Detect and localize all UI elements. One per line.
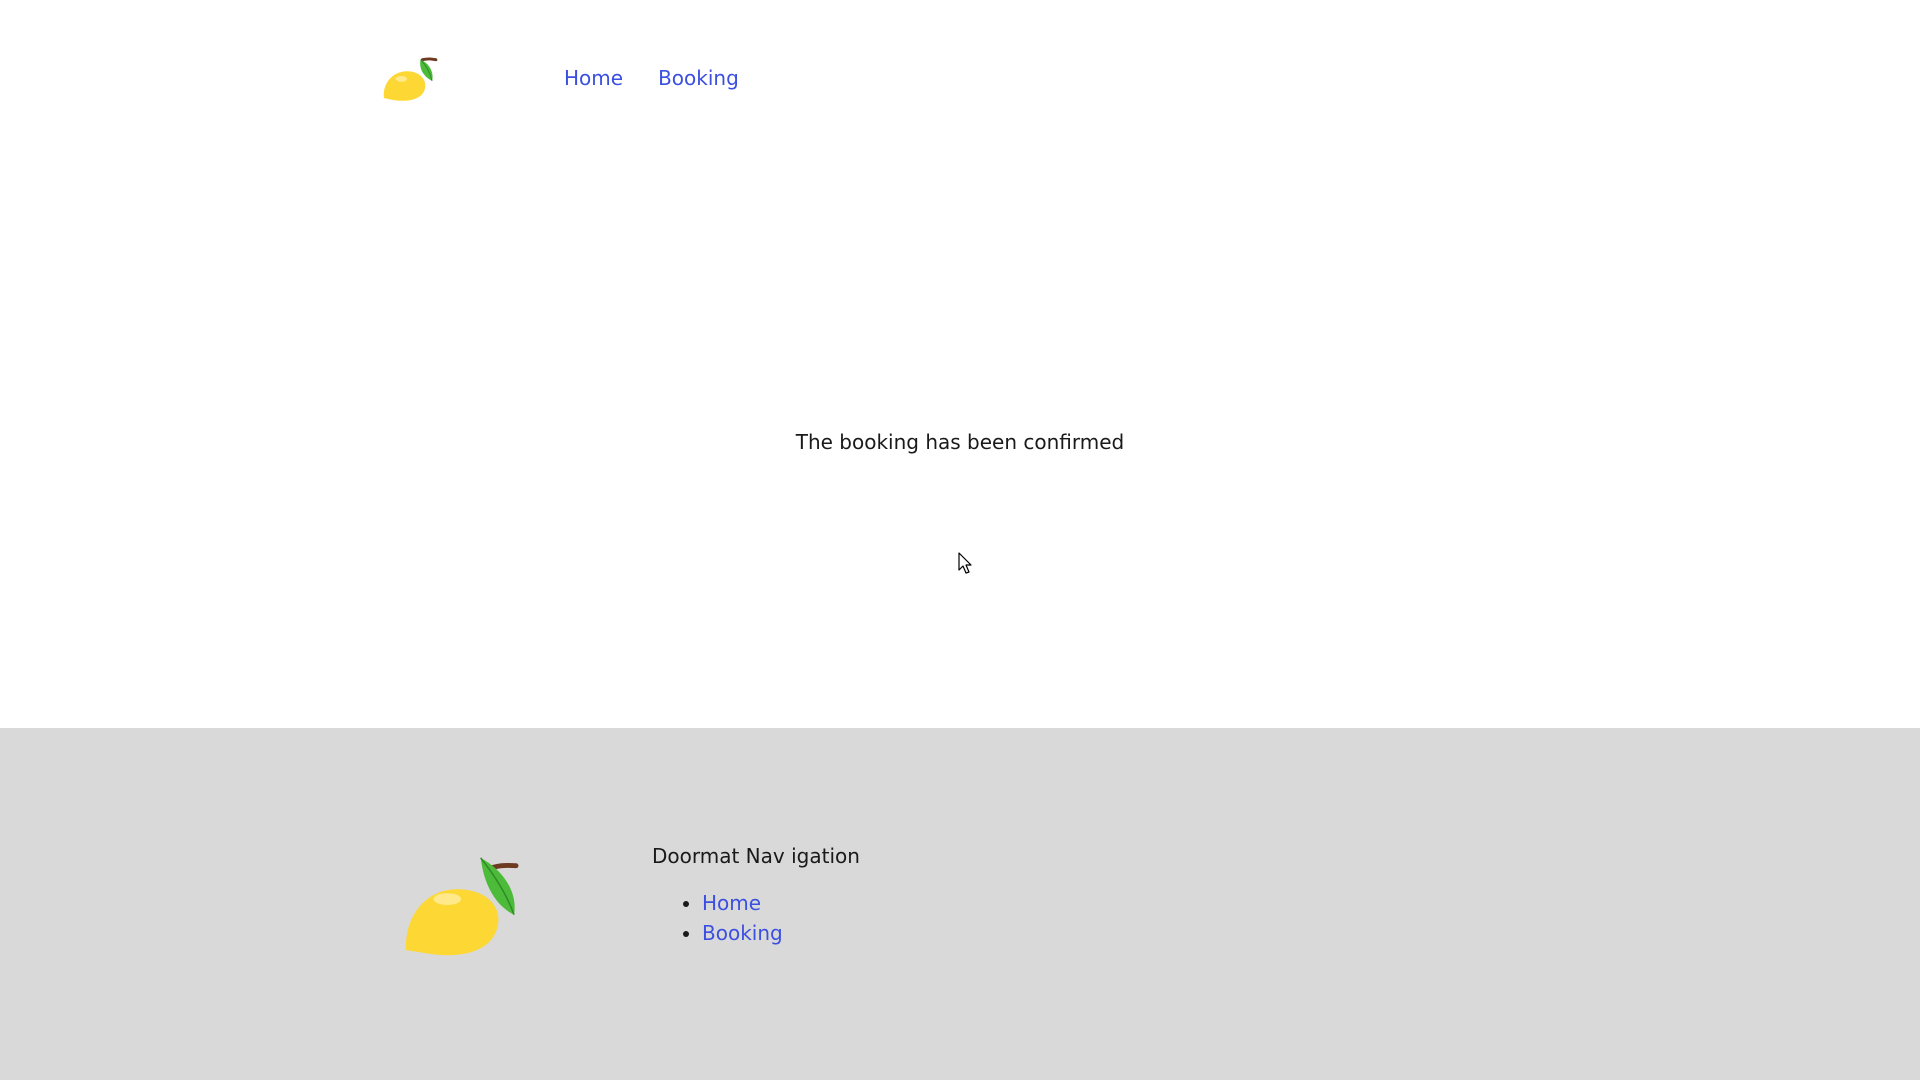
page: Home Booking The booking has been confir… bbox=[0, 0, 1920, 1080]
site-footer: Doormat Nav igation Home Booking bbox=[0, 728, 1920, 1080]
main-content: The booking has been confirmed bbox=[0, 160, 1920, 728]
list-item: Booking bbox=[702, 918, 860, 948]
nav-link-booking[interactable]: Booking bbox=[658, 64, 739, 92]
footer-link-home[interactable]: Home bbox=[702, 891, 761, 915]
lemon-icon bbox=[405, 857, 519, 956]
doormat-navigation: Doormat Nav igation Home Booking bbox=[652, 842, 860, 948]
footer-link-booking[interactable]: Booking bbox=[702, 921, 783, 945]
site-header: Home Booking bbox=[0, 0, 1920, 160]
doormat-link-list: Home Booking bbox=[652, 888, 860, 948]
main-nav: Home Booking bbox=[564, 64, 739, 92]
doormat-title: Doormat Nav igation bbox=[652, 844, 860, 868]
mouse-cursor-icon bbox=[958, 552, 972, 574]
list-item: Home bbox=[702, 888, 860, 918]
lemon-icon[interactable] bbox=[380, 52, 438, 102]
nav-link-home[interactable]: Home bbox=[564, 64, 623, 92]
booking-confirmation-message: The booking has been confirmed bbox=[795, 430, 1125, 454]
